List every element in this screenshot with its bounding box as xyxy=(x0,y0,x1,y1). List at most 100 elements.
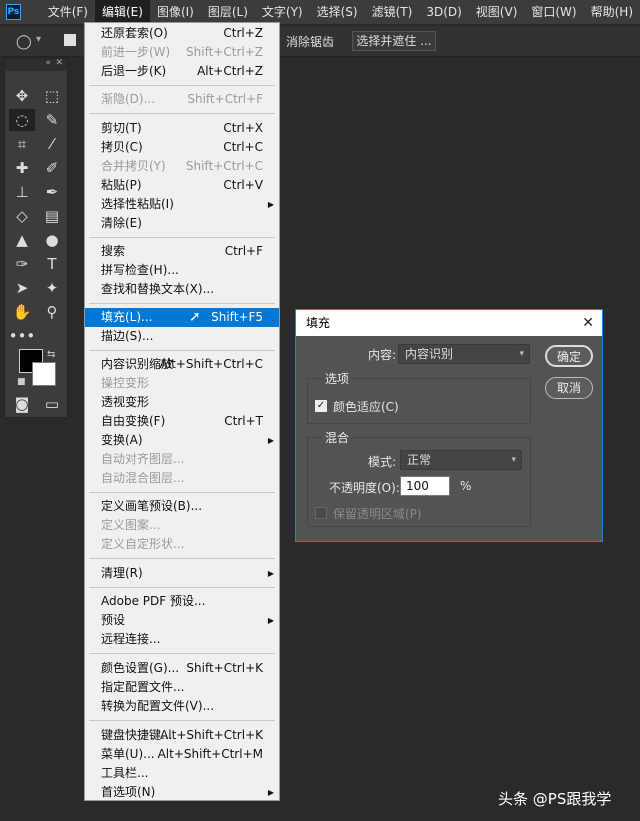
menu-item-assign-profile[interactable]: 指定配置文件... xyxy=(85,678,279,697)
menu-item-transform[interactable]: 变换(A) ▶ xyxy=(85,431,279,450)
zoom-tool-icon[interactable]: ⚲ xyxy=(39,301,65,323)
options-group-title: 选项 xyxy=(322,370,353,387)
stamp-tool-icon[interactable]: ⊥ xyxy=(9,181,35,203)
menu-item-clear[interactable]: 清除(E) xyxy=(85,214,279,233)
menu-item-define-brush[interactable]: 定义画笔预设(B)... xyxy=(85,497,279,516)
collapse-icon[interactable]: « xyxy=(45,58,51,68)
menu-item-paste-special[interactable]: 选择性粘贴(I) ▶ xyxy=(85,195,279,214)
close-icon[interactable]: ✕ xyxy=(55,58,63,68)
menu-item-perspective-warp[interactable]: 透视变形 xyxy=(85,393,279,412)
lasso-tool-icon[interactable]: ◌ xyxy=(9,109,35,131)
preserve-transparency-checkbox[interactable] xyxy=(315,507,327,519)
marquee-tool-icon[interactable]: ⬚ xyxy=(39,85,65,107)
crop-tool-icon[interactable]: ⌗ xyxy=(9,133,35,155)
antialias-label[interactable]: 消除锯齿 xyxy=(286,33,334,50)
menu-item-presets[interactable]: 预设 ▶ xyxy=(85,611,279,630)
menu-separator xyxy=(89,558,275,559)
menu-edit[interactable]: 编辑(E) xyxy=(95,0,150,24)
menu-type[interactable]: 文字(Y) xyxy=(255,0,310,24)
menu-item-fade[interactable]: 渐隐(D)... Shift+Ctrl+F xyxy=(85,90,279,109)
menu-item-define-pattern[interactable]: 定义图案... xyxy=(85,516,279,535)
menu-item-free-transform[interactable]: 自由变换(F) Ctrl+T xyxy=(85,412,279,431)
color-adapt-checkbox[interactable]: ✓ xyxy=(315,400,327,412)
menu-item-copy-merged[interactable]: 合并拷贝(Y) Shift+Ctrl+C xyxy=(85,157,279,176)
menu-item-pdf-presets[interactable]: Adobe PDF 预设... xyxy=(85,592,279,611)
opacity-unit: % xyxy=(460,479,472,493)
menu-item-cut[interactable]: 剪切(T) Ctrl+X xyxy=(85,119,279,138)
close-icon[interactable]: ✕ xyxy=(582,310,594,336)
menu-help[interactable]: 帮助(H) xyxy=(584,0,640,24)
eyedropper-tool-icon[interactable]: ⁄ xyxy=(39,133,65,155)
path-select-tool-icon[interactable]: ➤ xyxy=(9,277,35,299)
gradient-tool-icon[interactable]: ▤ xyxy=(39,205,65,227)
menu-item-undo[interactable]: 还原套索(O) Ctrl+Z xyxy=(85,24,279,43)
menu-item-fill[interactable]: 填充(L)... Shift+F5 ➚ xyxy=(85,308,279,327)
chevron-down-icon: ▾ xyxy=(519,349,524,359)
shape-tool-icon[interactable]: ✦ xyxy=(39,277,65,299)
tools-panel-header[interactable]: « ✕ xyxy=(5,58,67,71)
type-tool-icon[interactable]: T xyxy=(39,253,65,275)
menu-item-step-backward[interactable]: 后退一步(K) Alt+Ctrl+Z xyxy=(85,62,279,81)
menu-item-preferences[interactable]: 首选项(N) ▶ xyxy=(85,783,279,802)
menu-item-copy[interactable]: 拷贝(C) Ctrl+C xyxy=(85,138,279,157)
brush-tool-icon[interactable]: ✐ xyxy=(39,157,65,179)
menu-view[interactable]: 视图(V) xyxy=(469,0,525,24)
dodge-tool-icon[interactable]: ● xyxy=(39,229,65,251)
select-and-mask-button[interactable]: 选择并遮住 ... xyxy=(352,31,436,51)
hand-tool-icon[interactable]: ✋ xyxy=(9,301,35,323)
menu-item-keyboard-shortcuts[interactable]: 键盘快捷键... Alt+Shift+Ctrl+K xyxy=(85,726,279,745)
default-colors-icon[interactable]: ■ xyxy=(17,377,26,387)
blur-tool-icon[interactable]: ▲ xyxy=(9,229,35,251)
screen-mode-icon[interactable]: ▭ xyxy=(39,393,65,415)
menu-item-toolbar[interactable]: 工具栏... xyxy=(85,764,279,783)
menu-item-convert-profile[interactable]: 转换为配置文件(V)... xyxy=(85,697,279,716)
move-tool-icon[interactable]: ✥ xyxy=(9,85,35,107)
quick-select-tool-icon[interactable]: ✎ xyxy=(39,109,65,131)
menu-item-color-settings[interactable]: 颜色设置(G)... Shift+Ctrl+K xyxy=(85,659,279,678)
background-color-swatch[interactable] xyxy=(32,362,56,386)
quick-mask-icon[interactable]: ◙ xyxy=(9,393,35,415)
menu-3d[interactable]: 3D(D) xyxy=(419,0,468,24)
menu-item-paste[interactable]: 粘贴(P) Ctrl+V xyxy=(85,176,279,195)
menu-separator xyxy=(89,85,275,86)
dialog-title: 填充 xyxy=(306,316,331,330)
photoshop-logo[interactable]: Ps xyxy=(6,4,21,20)
menu-image[interactable]: 图像(I) xyxy=(150,0,201,24)
history-brush-tool-icon[interactable]: ✒ xyxy=(39,181,65,203)
menu-item-puppet-warp[interactable]: 操控变形 xyxy=(85,374,279,393)
dialog-title-bar[interactable]: 填充 ✕ xyxy=(296,310,602,336)
menu-item-spell-check[interactable]: 拼写检查(H)... xyxy=(85,261,279,280)
menu-item-search[interactable]: 搜索 Ctrl+F xyxy=(85,242,279,261)
chevron-down-icon[interactable]: ▾ xyxy=(36,34,41,45)
menu-item-stroke[interactable]: 描边(S)... xyxy=(85,327,279,346)
new-selection-icon[interactable] xyxy=(64,34,76,46)
menu-separator xyxy=(89,303,275,304)
ok-button[interactable]: 确定 xyxy=(545,345,593,367)
cancel-button[interactable]: 取消 xyxy=(545,377,593,399)
menu-item-step-forward[interactable]: 前进一步(W) Shift+Ctrl+Z xyxy=(85,43,279,62)
chevron-right-icon: ▶ xyxy=(267,616,274,625)
content-select[interactable]: 内容识别 ▾ xyxy=(398,344,530,364)
mode-select[interactable]: 正常 ▾ xyxy=(400,450,522,470)
more-tools-icon[interactable]: ••• xyxy=(9,325,36,347)
healing-tool-icon[interactable]: ✚ xyxy=(9,157,35,179)
menu-item-auto-align[interactable]: 自动对齐图层... xyxy=(85,450,279,469)
menu-filter[interactable]: 滤镜(T) xyxy=(365,0,420,24)
menu-item-auto-blend[interactable]: 自动混合图层... xyxy=(85,469,279,488)
menu-layer[interactable]: 图层(L) xyxy=(201,0,255,24)
menu-item-find-replace[interactable]: 查找和替换文本(X)... xyxy=(85,280,279,299)
pen-tool-icon[interactable]: ✑ xyxy=(9,253,35,275)
eraser-tool-icon[interactable]: ◇ xyxy=(9,205,35,227)
menu-file[interactable]: 文件(F) xyxy=(41,0,95,24)
menu-item-content-aware-scale[interactable]: 内容识别缩放 Alt+Shift+Ctrl+C xyxy=(85,355,279,374)
swap-colors-icon[interactable]: ⇆ xyxy=(47,349,55,360)
menu-item-purge[interactable]: 清理(R) ▶ xyxy=(85,564,279,583)
lasso-preset-icon[interactable]: ◯ xyxy=(16,34,32,50)
menu-window[interactable]: 窗口(W) xyxy=(524,0,583,24)
menu-item-menus[interactable]: 菜单(U)... Alt+Shift+Ctrl+M xyxy=(85,745,279,764)
menu-item-remote-connections[interactable]: 远程连接... xyxy=(85,630,279,649)
edit-menu-dropdown: 还原套索(O) Ctrl+Z 前进一步(W) Shift+Ctrl+Z 后退一步(K… xyxy=(84,22,280,801)
menu-select[interactable]: 选择(S) xyxy=(310,0,365,24)
menu-item-define-shape[interactable]: 定义自定形状... xyxy=(85,535,279,554)
opacity-input[interactable]: 100 xyxy=(400,476,450,496)
